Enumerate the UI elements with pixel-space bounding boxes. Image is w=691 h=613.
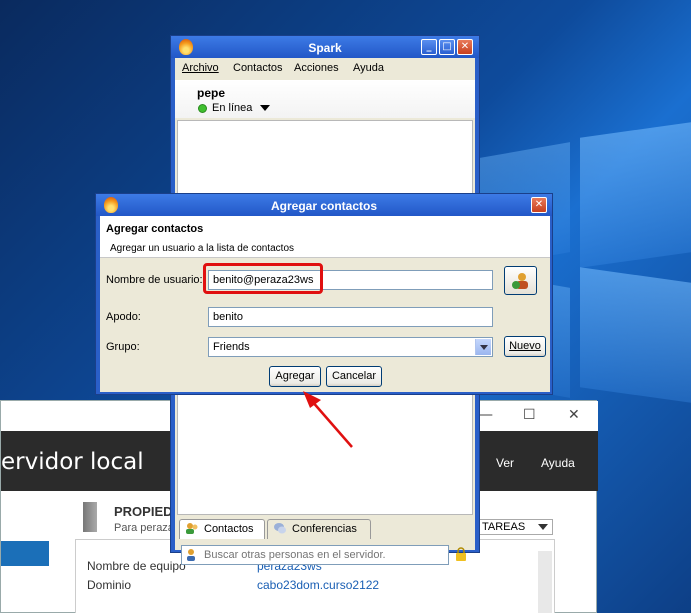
menu-help[interactable]: Ayuda — [541, 456, 575, 470]
dialog-heading: Agregar contactos — [106, 223, 204, 235]
menu-bar: Archivo Contactos Acciones Ayuda — [175, 58, 475, 78]
close-button[interactable]: ✕ — [568, 407, 580, 423]
tab-bar: Contactos Conferencias — [179, 519, 471, 539]
search-person-icon — [187, 549, 195, 561]
search-box[interactable] — [181, 545, 449, 565]
online-status-icon — [198, 104, 207, 113]
add-contact-dialog: Agregar contactos ✕ Agregar contactos Ag… — [95, 193, 553, 395]
menu-ayuda[interactable]: Ayuda — [353, 62, 384, 74]
lock-icon — [456, 547, 466, 561]
property-label: Dominio — [87, 578, 132, 592]
tab-label: Conferencias — [292, 523, 357, 535]
pick-user-button[interactable] — [504, 266, 537, 295]
new-group-button[interactable]: Nuevo — [504, 336, 546, 357]
cancel-button[interactable]: Cancelar — [326, 366, 382, 387]
status-label[interactable]: En línea — [212, 102, 252, 114]
scrollbar[interactable] — [538, 551, 552, 613]
desktop-light-beam — [580, 122, 691, 268]
dialog-body: Agregar contactos Agregar un usuario a l… — [100, 216, 550, 392]
menu-acciones[interactable]: Acciones — [294, 62, 339, 74]
minimize-button[interactable]: — — [479, 407, 493, 423]
dialog-header: Agregar contactos Agregar un usuario a l… — [100, 216, 550, 258]
user-status-area: pepe En línea — [175, 80, 475, 118]
nickname-field[interactable] — [208, 307, 493, 327]
minimize-button[interactable]: _ — [421, 39, 437, 55]
dialog-titlebar[interactable]: Agregar contactos ✕ — [96, 194, 552, 216]
new-group-label: Nuevo — [509, 340, 541, 352]
chevron-down-icon[interactable] — [475, 339, 491, 355]
desktop-light-beam — [580, 267, 691, 403]
tab-label: Contactos — [204, 523, 254, 535]
group-select[interactable]: Friends — [208, 337, 493, 357]
server-icon — [83, 502, 97, 532]
tab-conferencias[interactable]: Conferencias — [267, 519, 371, 539]
contacts-icon — [186, 523, 198, 534]
maximize-button[interactable]: □ — [439, 39, 455, 55]
chevron-down-icon — [538, 524, 548, 530]
tasks-label: TAREAS — [482, 521, 526, 533]
spark-titlebar[interactable]: Spark _ □ ✕ — [171, 36, 479, 58]
sidebar-item-selected[interactable] — [1, 541, 49, 566]
menu-view[interactable]: Ver — [496, 456, 514, 470]
group-label: Grupo: — [106, 341, 140, 353]
tasks-dropdown[interactable]: TAREAS — [479, 519, 553, 535]
properties-subtitle: Para peraza — [114, 522, 174, 534]
username-highlight-annotation — [203, 263, 323, 294]
menu-archivo[interactable]: Archivo — [182, 62, 219, 74]
property-label: Nombre de equipo — [87, 559, 186, 573]
page-title: ervidor local — [1, 449, 144, 475]
status-dropdown-icon[interactable] — [260, 105, 270, 111]
properties-title: PROPIED — [114, 504, 173, 519]
dialog-description: Agregar un usuario a la lista de contact… — [110, 243, 294, 254]
close-button[interactable]: ✕ — [457, 39, 473, 55]
maximize-button[interactable]: ☐ — [523, 407, 536, 423]
property-value-link[interactable]: cabo23dom.curso2122 — [257, 578, 379, 592]
username-label: Nombre de usuario: — [106, 274, 203, 286]
group-value: Friends — [213, 341, 250, 353]
search-input[interactable] — [204, 546, 446, 564]
user-name: pepe — [197, 86, 226, 100]
nickname-label: Apodo: — [106, 311, 141, 323]
add-button[interactable]: Agregar — [269, 366, 321, 387]
tab-contactos[interactable]: Contactos — [179, 519, 265, 539]
close-button[interactable]: ✕ — [531, 197, 547, 213]
dialog-title: Agregar contactos — [270, 199, 378, 213]
user-search-icon — [512, 273, 528, 289]
menu-contactos[interactable]: Contactos — [233, 62, 283, 74]
conference-icon — [274, 523, 286, 534]
nickname-input[interactable] — [213, 308, 492, 326]
